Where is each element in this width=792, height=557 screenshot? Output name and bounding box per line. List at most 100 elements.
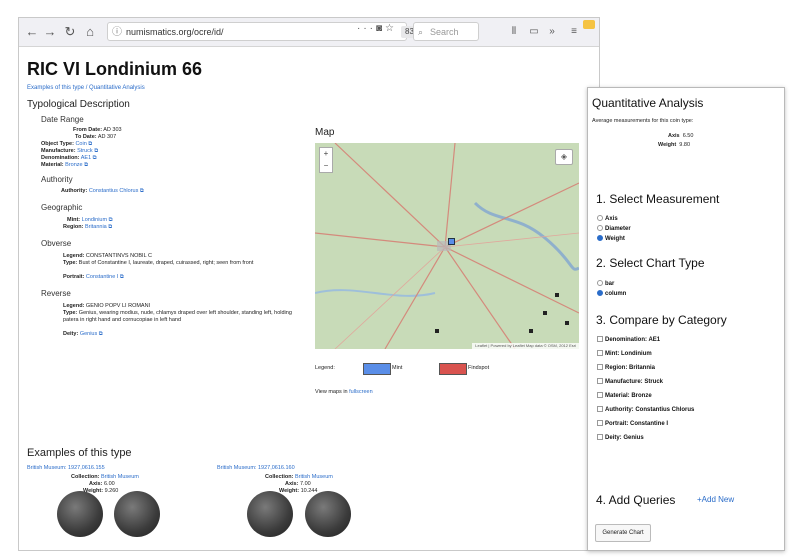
mint-swatch [363,363,391,375]
region-row: Region: Britannia ⧉ [63,224,113,230]
avg-axis-row: Axis 6.50 [668,133,694,139]
library-icon[interactable]: ⫴ [505,23,523,41]
menu-icon[interactable]: ≡ [565,23,583,41]
external-link-icon: ⧉ [88,141,93,147]
quantitative-analysis-panel: Quantitative Analysis Average measuremen… [587,87,785,551]
external-link-icon: ⧉ [92,155,97,161]
map-zoom-control[interactable]: + − [319,147,333,173]
view-maps-row: View maps in fullscreen [315,389,373,395]
example-1-collection: Collection: British Museum [71,474,139,480]
zoom-out-icon: − [323,161,329,170]
obverse-heading: Obverse [41,239,72,248]
examples-heading: Examples of this type [27,447,132,459]
add-new-link[interactable]: +Add New [697,496,734,504]
bookmark-star-icon[interactable]: ☆ [385,23,397,34]
findspot-marker-icon[interactable] [435,329,439,333]
category-checkbox[interactable]: Denomination: AE1 [597,336,660,344]
findspot-marker-icon[interactable] [555,293,559,297]
step-4-heading: 4. Add Queries [596,493,676,507]
example-2-link[interactable]: British Museum: 1927,0616.160 [217,465,295,472]
map-attribution: Leaflet | Powered by Leaflet Map data © … [472,343,579,349]
legend-findspot-label: Findspot [468,365,490,371]
reverse-legend-row: Legend: GENIO POPV LI ROMANI [63,303,151,309]
external-link-icon: ⧉ [119,274,124,280]
measurement-axis[interactable]: Axis [597,215,618,223]
coin-obverse-image[interactable] [57,491,103,537]
map[interactable]: + − ◈ Leaflet | Powered by Leaflet Map da… [315,143,579,349]
mint-marker-icon[interactable] [448,238,455,245]
url-text: numismatics.org/ocre/id/ [126,27,224,37]
overflow-icon[interactable]: » [543,23,561,41]
home-icon[interactable]: ⌂ [81,23,99,41]
category-checkbox[interactable]: Authority: Constantius Chlorus [597,406,694,414]
panel-intro: Average measurements for this coin type: [592,118,694,124]
legend-mint-label: Mint [392,365,403,371]
checkbox-icon [597,378,603,385]
example-1-link[interactable]: British Museum: 1927,0616.155 [27,465,105,472]
measurement-weight[interactable]: Weight [597,235,625,243]
external-link-icon: ⧉ [84,162,89,168]
obverse-type-row: Type: Bust of Constantine I, laureate, d… [63,260,254,266]
step-3-heading: 3. Compare by Category [596,313,727,327]
browser-window: ← → ↻ ⌂ ⓘ numismatics.org/ocre/id/ 83% ·… [18,17,600,551]
denomination-row: Denomination: AE1 ⧉ [41,155,97,161]
search-input[interactable]: ⌕ Search [413,22,479,41]
authority-row: Authority: Constantius Chlorus ⧉ [61,188,144,194]
reverse-type-row: Type: Genius, wearing modius, nude, chla… [63,310,292,323]
external-link-icon: ⧉ [108,224,113,230]
reload-icon[interactable]: ↻ [61,23,79,41]
info-icon[interactable]: ⓘ [112,23,122,42]
map-heading: Map [315,127,335,138]
map-tiles [315,143,579,349]
category-checkbox[interactable]: Mint: Londinium [597,350,652,358]
from-date-row: From Date: AD 303 [73,127,122,133]
category-checkbox[interactable]: Manufacture: Struck [597,378,663,386]
external-link-icon: ⧉ [139,188,144,194]
fullscreen-link[interactable]: fullscreen [349,389,373,395]
category-checkbox[interactable]: Region: Britannia [597,364,655,372]
forward-icon[interactable]: → [41,23,59,41]
date-range-heading: Date Range [41,115,84,124]
example-2-axis: Axis: 7.00 [285,481,311,487]
authority-heading: Authority [41,175,73,184]
page-title: RIC VI Londinium 66 [27,59,203,79]
coin-reverse-image[interactable] [305,491,351,537]
generate-chart-button[interactable]: Generate Chart [595,524,651,542]
extension-badge-icon[interactable] [583,20,595,29]
reverse-deity-row: Deity: Genius ⧉ [63,331,103,337]
to-date-row: To Date: AD 307 [75,134,117,140]
search-placeholder: Search [430,27,459,37]
findspot-marker-icon[interactable] [529,329,533,333]
back-icon[interactable]: ← [23,23,41,41]
radio-selected-icon [597,235,603,242]
radio-selected-icon [597,290,603,297]
findspot-swatch [439,363,467,375]
page-content: RIC VI Londinium 66 Examples of this typ… [19,47,599,550]
checkbox-icon [597,406,603,413]
chart-type-bar[interactable]: bar [597,280,614,288]
layers-icon[interactable]: ◈ [555,149,573,165]
coin-reverse-image[interactable] [114,491,160,537]
external-link-icon: ⧉ [94,148,99,154]
legend-label: Legend: [315,365,335,371]
subtitle-link[interactable]: Examples of this type / Quantitative Ana… [27,85,145,91]
pocket-icon[interactable]: ◙ [376,23,385,34]
coin-obverse-image[interactable] [247,491,293,537]
more-icon[interactable]: ··· [357,23,376,34]
radio-icon [597,215,603,222]
category-checkbox[interactable]: Deity: Genius [597,434,644,442]
sidebar-icon[interactable]: ▭ [525,23,543,41]
zoom-in-icon: + [323,149,329,158]
typology-heading: Typological Description [27,99,130,110]
chart-type-column[interactable]: column [597,290,626,298]
panel-title: Quantitative Analysis [592,96,704,110]
findspot-marker-icon[interactable] [565,321,569,325]
radio-icon [597,280,603,287]
measurement-diameter[interactable]: Diameter [597,225,631,233]
checkbox-icon [597,364,603,371]
category-checkbox[interactable]: Material: Bronze [597,392,652,400]
external-link-icon: ⧉ [98,331,103,337]
findspot-marker-icon[interactable] [543,311,547,315]
category-checkbox[interactable]: Portrait: Constantine I [597,420,668,428]
step-1-heading: 1. Select Measurement [596,192,720,206]
